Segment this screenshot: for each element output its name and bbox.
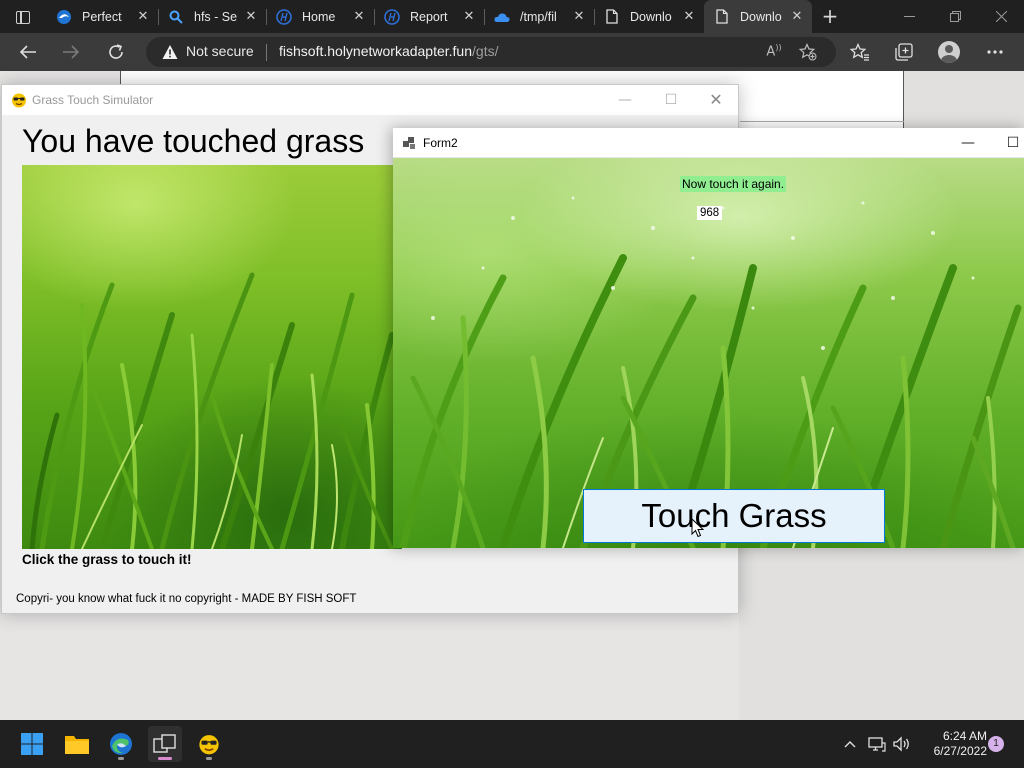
address-bar[interactable]: Not secure fishsoft.holynetworkadapter.f… bbox=[146, 37, 836, 67]
browser-minimize-icon[interactable] bbox=[886, 0, 932, 33]
grass-app-taskbar-button[interactable] bbox=[192, 726, 226, 762]
url-path: /gts/ bbox=[472, 43, 499, 59]
browser-tab-5[interactable]: Downlo ✕ bbox=[594, 0, 704, 33]
hp-logo-icon bbox=[276, 8, 292, 25]
touch-counter: 968 bbox=[697, 206, 723, 220]
tab-title: /tmp/fil bbox=[520, 9, 557, 24]
tab-close-icon[interactable]: ✕ bbox=[352, 9, 366, 23]
tab-title: Downlo bbox=[630, 9, 672, 24]
touch-again-message: Now touch it again. bbox=[680, 176, 787, 192]
browser-tab-strip: Perfect ✕ hfs - Se ✕ Home ✕ Report ✕ /tm… bbox=[0, 0, 1024, 33]
gts-close-icon[interactable]: ✕ bbox=[705, 89, 727, 111]
tab-title: hfs - Se bbox=[194, 9, 238, 24]
browser-tab-1[interactable]: hfs - Se ✕ bbox=[158, 0, 266, 33]
grass-app-icon bbox=[199, 735, 219, 755]
page-divider-line bbox=[740, 121, 904, 122]
start-button[interactable] bbox=[15, 726, 49, 762]
new-tab-button[interactable]: + bbox=[818, 5, 842, 27]
tab-close-icon[interactable]: ✕ bbox=[462, 9, 476, 23]
browser-tab-4[interactable]: /tmp/fil ✕ bbox=[484, 0, 594, 33]
tab-close-icon[interactable]: ✕ bbox=[682, 9, 696, 23]
browser-toolbar: Not secure fishsoft.holynetworkadapter.f… bbox=[0, 33, 1024, 71]
form2-window-title: Form2 bbox=[423, 136, 458, 150]
grass-blades-illustration bbox=[29, 272, 395, 549]
taskbar-clock[interactable]: 6:24 AM 6/27/2022 bbox=[915, 729, 987, 759]
back-arrow-icon bbox=[19, 45, 36, 59]
tab-close-icon[interactable]: ✕ bbox=[790, 9, 804, 23]
tab-title: Home bbox=[302, 9, 336, 24]
touched-grass-heading: You have touched grass bbox=[22, 123, 365, 159]
more-options-icon[interactable] bbox=[983, 40, 1007, 64]
gts-minimize-icon[interactable]: — bbox=[614, 89, 636, 111]
edge-taskbar-button[interactable] bbox=[104, 726, 138, 762]
refresh-button[interactable] bbox=[101, 38, 131, 66]
clock-time: 6:24 AM bbox=[942, 729, 987, 743]
tray-overflow-chevron-icon[interactable] bbox=[840, 734, 860, 754]
tab-title: Downlo bbox=[740, 9, 782, 24]
tab-close-icon[interactable]: ✕ bbox=[136, 9, 150, 23]
edge-icon bbox=[110, 733, 132, 755]
address-divider bbox=[266, 44, 267, 61]
url-host: fishsoft.holynetworkadapter.fun bbox=[279, 43, 473, 59]
browser-tab-6-active[interactable]: Downlo ✕ bbox=[704, 0, 812, 33]
task-view-icon bbox=[153, 734, 176, 753]
browser-tab-2[interactable]: Home ✕ bbox=[266, 0, 374, 33]
search-icon bbox=[168, 9, 184, 25]
tab-actions-menu-icon[interactable] bbox=[10, 7, 36, 27]
hp-logo-icon bbox=[384, 8, 400, 25]
refresh-icon bbox=[109, 44, 123, 59]
tab-title: Perfect bbox=[82, 9, 122, 24]
volume-icon[interactable] bbox=[892, 734, 912, 754]
gts-maximize-icon[interactable]: ☐ bbox=[660, 89, 682, 111]
favorites-icon[interactable] bbox=[848, 40, 872, 64]
grass-app-icon bbox=[11, 92, 27, 108]
click-grass-instruction: Click the grass to touch it! bbox=[22, 552, 192, 567]
profile-avatar[interactable] bbox=[938, 41, 960, 63]
form2-minimize-icon[interactable]: — bbox=[957, 132, 979, 154]
url-text[interactable]: fishsoft.holynetworkadapter.fun/gts/ bbox=[279, 43, 498, 59]
gts-window-title: Grass Touch Simulator bbox=[32, 93, 154, 107]
gts-title-bar[interactable]: Grass Touch Simulator — ☐ ✕ bbox=[2, 85, 738, 115]
browser-tab-3[interactable]: Report ✕ bbox=[374, 0, 484, 33]
warning-triangle-icon[interactable] bbox=[162, 44, 178, 60]
start-icon bbox=[21, 733, 43, 755]
not-secure-label[interactable]: Not secure bbox=[186, 43, 254, 59]
form2-window: Form2 — ☐ Now touch it again. 968 Touch … bbox=[393, 128, 1024, 548]
forward-button[interactable] bbox=[56, 38, 86, 66]
form2-title-bar[interactable]: Form2 — ☐ bbox=[393, 128, 1024, 158]
clock-date: 6/27/2022 bbox=[933, 744, 987, 758]
windows-taskbar: 6:24 AM 6/27/2022 1 bbox=[0, 720, 1024, 768]
browser-tab-0[interactable]: Perfect ✕ bbox=[46, 0, 158, 33]
copyright-text: Copyri- you know what fuck it no copyrig… bbox=[16, 593, 357, 605]
add-favorite-icon[interactable] bbox=[798, 43, 818, 61]
tab-close-icon[interactable]: ✕ bbox=[572, 9, 586, 23]
edge-icon bbox=[56, 9, 72, 25]
network-icon[interactable] bbox=[867, 734, 887, 754]
winforms-app-icon bbox=[403, 136, 417, 150]
tab-close-icon[interactable]: ✕ bbox=[244, 9, 258, 23]
forward-arrow-icon bbox=[63, 45, 80, 59]
browser-restore-icon[interactable] bbox=[932, 0, 978, 33]
task-view-button[interactable] bbox=[148, 726, 182, 762]
file-explorer-icon bbox=[65, 736, 89, 754]
read-aloud-icon[interactable]: A)) bbox=[764, 43, 784, 61]
touch-grass-button[interactable]: Touch Grass bbox=[583, 489, 885, 543]
notification-badge[interactable]: 1 bbox=[988, 736, 1004, 752]
collections-icon[interactable] bbox=[892, 40, 916, 64]
back-button[interactable] bbox=[13, 38, 43, 66]
page-icon bbox=[714, 9, 730, 25]
mouse-cursor-icon bbox=[691, 518, 705, 538]
grass-image-clickable[interactable] bbox=[22, 165, 402, 549]
tab-title: Report bbox=[410, 9, 448, 24]
file-explorer-button[interactable] bbox=[60, 726, 94, 762]
onedrive-icon bbox=[494, 9, 510, 25]
page-icon bbox=[604, 9, 620, 25]
browser-close-icon[interactable] bbox=[978, 0, 1024, 33]
form2-maximize-icon[interactable]: ☐ bbox=[1002, 132, 1024, 154]
